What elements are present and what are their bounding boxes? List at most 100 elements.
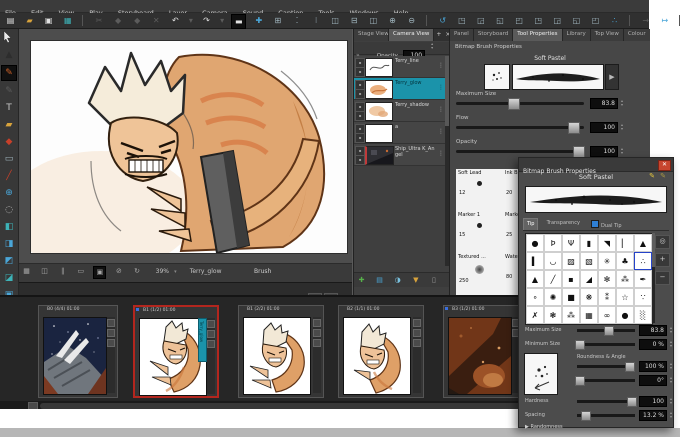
tab-top-view[interactable]: Top View <box>591 29 624 41</box>
brush-tip[interactable]: ▪ <box>562 270 580 288</box>
add-layer-icon[interactable]: ✚ <box>356 275 367 286</box>
brush-tip[interactable]: ▏ <box>616 234 634 252</box>
angle-slider[interactable] <box>577 379 635 382</box>
panel-thumbnail-b0[interactable]: B0 (4/4) 01:00 <box>38 305 118 398</box>
caption-tag[interactable]: Terry_glow <box>198 318 207 362</box>
layer-row-terry-line[interactable]: ▪▪ Terry_line ⋮ <box>354 56 445 78</box>
stepper[interactable]: ▴▾ <box>670 362 672 370</box>
zoom-in-icon[interactable]: ⊕ <box>386 14 399 27</box>
minimum-size-value[interactable]: 0 % <box>639 339 667 350</box>
layer-lock-toggle[interactable]: ▪ <box>355 89 365 99</box>
brush-tip[interactable]: ◡ <box>544 252 562 270</box>
slider-handle[interactable] <box>604 326 614 336</box>
brush-tip[interactable]: ░ <box>634 306 652 324</box>
undo-menu-icon[interactable]: ▾ <box>188 14 194 27</box>
opacity-stepper[interactable]: ▴▾ <box>431 42 433 50</box>
line-tool-icon[interactable]: ╱ <box>2 169 16 183</box>
layer-row-a[interactable]: ▪▪ a ⋮ <box>354 122 445 144</box>
delete-panel-icon[interactable]: ◱ <box>494 14 507 27</box>
tab-tip[interactable]: Tip <box>523 218 538 230</box>
layer-menu-icon[interactable]: ⋮ <box>438 106 444 113</box>
flow-slider[interactable] <box>456 126 584 129</box>
tab-panel[interactable]: Panel <box>450 29 474 41</box>
spacing-value[interactable]: 13.2 % <box>639 410 667 421</box>
spacing-slider[interactable] <box>577 414 635 417</box>
tab-tool-properties[interactable]: Tool Properties <box>513 29 562 41</box>
save-all-icon[interactable]: ▦ <box>61 14 74 27</box>
roundness-value[interactable]: 100 % <box>639 361 667 372</box>
panel-mini-icon[interactable] <box>313 339 321 347</box>
grid-icon[interactable]: ⊞ <box>271 14 284 27</box>
onion-next-icon[interactable]: ⁝ <box>310 14 323 27</box>
jump-end-icon[interactable]: ↦ <box>658 14 671 27</box>
tab-transparency[interactable]: Transparency <box>544 218 583 229</box>
slider-handle[interactable] <box>627 397 637 407</box>
panel-mini-icon[interactable] <box>413 329 421 337</box>
dialog-close-button[interactable]: ✕ <box>658 160 671 171</box>
angle-value[interactable]: 0° <box>639 375 667 386</box>
layer-lock-toggle[interactable]: ▪ <box>355 67 365 77</box>
camera-mask-icon[interactable]: ▭ <box>75 266 86 277</box>
brush-tip[interactable]: ▍ <box>526 252 544 270</box>
zoom-caret-icon[interactable]: ▾ <box>174 269 177 275</box>
onion-prev-icon[interactable]: ⁚ <box>291 14 304 27</box>
layer-menu-icon[interactable]: ⋮ <box>438 84 444 91</box>
brush-tip[interactable]: ▮ <box>580 234 598 252</box>
preset-soft-lead[interactable]: Soft Lead12 <box>456 169 504 212</box>
new-brush-icon[interactable]: ✎ <box>649 172 655 180</box>
panel-mini-icon[interactable] <box>313 329 321 337</box>
drawing-canvas[interactable] <box>30 40 348 254</box>
split-view-icon[interactable]: ◫ <box>39 266 50 277</box>
rotate-view-tool-icon[interactable]: ⊕ <box>2 186 16 200</box>
brush-tip[interactable]: ▧ <box>580 252 598 270</box>
brush-tip[interactable]: ▦ <box>580 306 598 324</box>
select-frame-tool-icon[interactable]: ◌ <box>2 203 16 217</box>
text-tool-icon[interactable]: T <box>2 101 16 115</box>
brush-tip[interactable]: Þ <box>544 234 562 252</box>
slider-handle[interactable] <box>575 376 585 386</box>
brush-tip[interactable]: ✗ <box>526 306 544 324</box>
brush-tip[interactable]: ● <box>616 306 634 324</box>
panel-mini-icon[interactable] <box>207 330 215 338</box>
panel-divider[interactable] <box>352 29 353 295</box>
redo-menu-icon[interactable]: ▾ <box>219 14 225 27</box>
maximum-size-value[interactable]: 83.8 <box>639 325 667 336</box>
save-icon[interactable]: ▣ <box>42 14 55 27</box>
tab-colour[interactable]: Colour <box>624 29 650 41</box>
hardness-value[interactable]: 100 <box>639 396 667 407</box>
brush-tip[interactable]: ● <box>526 234 544 252</box>
brush-tip[interactable]: ▨ <box>562 252 580 270</box>
hardness-slider[interactable] <box>577 400 635 403</box>
onion-skin-tool-icon[interactable]: ◪ <box>2 271 16 285</box>
tab-storyboard[interactable]: Storyboard <box>474 29 513 41</box>
dual-tip-checkbox[interactable] <box>591 220 599 228</box>
panel-thumbnail-b1-1[interactable]: B1 (1/2) 01:00 Terry_glow <box>133 305 219 398</box>
view-layout-1-icon[interactable]: ◫ <box>329 14 342 27</box>
slider-handle[interactable] <box>581 411 591 421</box>
brush-tip[interactable]: ◢ <box>580 270 598 288</box>
panel-mini-icon[interactable] <box>107 319 115 327</box>
guides-icon[interactable]: ∥ <box>57 266 68 277</box>
randomness-collapse-icon[interactable]: ▶ <box>525 424 529 430</box>
maximum-size-stepper[interactable]: ▴▾ <box>621 99 623 107</box>
brush-tip-selected[interactable]: ∴ <box>634 252 652 270</box>
maximum-size-value[interactable]: 83.8 <box>590 98 618 109</box>
stepper[interactable]: ▴▾ <box>670 411 672 419</box>
stepper[interactable]: ▴▾ <box>670 340 672 348</box>
brush-tip[interactable]: ♣ <box>616 252 634 270</box>
brush-tip[interactable]: ❋ <box>580 288 598 306</box>
opacity-slider[interactable] <box>456 150 584 153</box>
slider-handle[interactable] <box>625 362 635 372</box>
brush-tip[interactable]: ⁑ <box>598 288 616 306</box>
minimum-size-slider[interactable] <box>577 343 635 346</box>
brush-tip[interactable]: ⁂ <box>616 270 634 288</box>
roundness-slider[interactable] <box>577 365 635 368</box>
tab-camera-view[interactable]: Camera View <box>389 29 434 41</box>
layer-row-ship[interactable]: ▪▪ Ship_Ultra K_Angel ⋮ <box>354 144 445 166</box>
paint-tool-icon[interactable]: ◆ <box>2 135 16 149</box>
layer-row-terry-glow[interactable]: ▪▪ Terry_glow ⋮ <box>354 78 445 100</box>
maximum-size-slider[interactable] <box>577 329 635 332</box>
brush-tip[interactable]: ✻ <box>598 270 616 288</box>
brush-tip[interactable]: ▲ <box>634 234 652 252</box>
panel-mini-icon[interactable] <box>413 339 421 347</box>
